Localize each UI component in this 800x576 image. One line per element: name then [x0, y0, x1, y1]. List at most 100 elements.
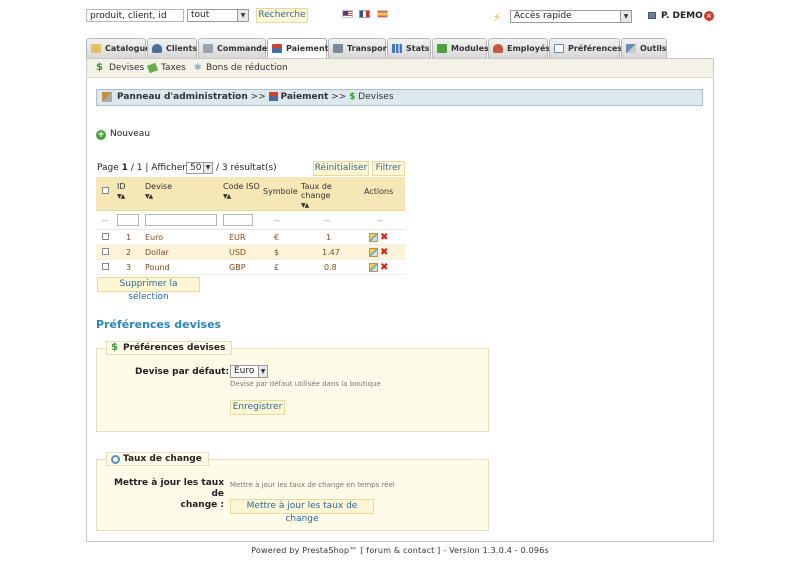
- cell-name: Euro: [144, 229, 222, 245]
- tab-preferences[interactable]: Préférences: [549, 38, 622, 58]
- tab-modules[interactable]: Modules: [432, 38, 489, 58]
- edit-icon[interactable]: [369, 247, 378, 257]
- header-devise: Devise ▼▲: [144, 177, 222, 211]
- filter-button[interactable]: Filtrer: [372, 161, 405, 176]
- cell-iso: USD: [222, 244, 262, 260]
- logout-icon[interactable]: ×: [704, 11, 714, 21]
- cart-icon: [203, 44, 213, 53]
- cell-id: 2: [116, 244, 144, 260]
- cell-iso: EUR: [222, 229, 262, 245]
- tag-icon: [146, 62, 159, 74]
- tab-label: Outils: [640, 44, 667, 53]
- breadcrumb-current: Devises: [358, 92, 394, 102]
- filter-id-input[interactable]: [117, 214, 139, 226]
- page-sep: /: [130, 163, 134, 173]
- edit-icon[interactable]: [369, 232, 378, 242]
- tab-paiement[interactable]: Paiement: [267, 38, 329, 59]
- breadcrumb-section[interactable]: Paiement: [281, 92, 329, 102]
- header-iso: Code ISO ▼▲: [222, 177, 262, 211]
- save-button[interactable]: Enregistrer: [230, 400, 285, 415]
- table-row[interactable]: 2 Dollar USD $ 1.47 ✖: [96, 244, 405, 260]
- header-select-all[interactable]: [96, 177, 116, 211]
- tab-outils[interactable]: Outils: [621, 38, 667, 58]
- filter-dash: --: [300, 210, 363, 230]
- filter-row: -- -- -- --: [96, 210, 405, 230]
- row-checkbox[interactable]: [102, 262, 109, 270]
- delete-icon[interactable]: ✖: [380, 262, 388, 273]
- tab-label: Paiement: [286, 44, 329, 53]
- cell-name: Pound: [144, 259, 222, 275]
- sort-arrows-icon[interactable]: ▼▲: [301, 202, 309, 209]
- tab-catalogue[interactable]: Catalogue: [86, 38, 151, 58]
- sort-arrows-icon[interactable]: ▼▲: [223, 193, 231, 200]
- chevron-down-icon: ▼: [237, 10, 248, 21]
- tab-label: Transport: [347, 44, 391, 53]
- breadcrumb-separator: >>: [250, 92, 266, 102]
- flag-fr-icon[interactable]: [359, 10, 370, 18]
- table-row[interactable]: 1 Euro EUR € 1 ✖: [96, 229, 405, 245]
- payment-icon: [272, 44, 282, 53]
- delete-icon[interactable]: ✖: [380, 247, 388, 258]
- dollar-icon: $: [96, 62, 103, 73]
- cell-symbol: £: [262, 259, 300, 275]
- delete-icon[interactable]: ✖: [380, 232, 388, 243]
- sort-arrows-icon[interactable]: ▼▲: [145, 193, 153, 200]
- currency-table: ID ▼▲ Devise ▼▲ Code ISO ▼▲ Symbole Taux de…: [96, 177, 405, 275]
- tab-label: Stats: [406, 44, 430, 53]
- tab-clients[interactable]: Clients: [147, 38, 197, 58]
- row-checkbox[interactable]: [102, 247, 109, 255]
- default-currency-label: Devise par défaut:: [135, 367, 230, 377]
- search-input[interactable]: produit, client, id: [86, 9, 184, 22]
- header-id: ID ▼▲: [116, 177, 144, 211]
- tab-stats[interactable]: Stats: [387, 38, 431, 58]
- table-row[interactable]: 3 Pound GBP £ 0.8 ✖: [96, 259, 405, 275]
- default-currency-select[interactable]: Euro ▼: [230, 365, 268, 378]
- puzzle-icon: [437, 44, 447, 53]
- tab-transport[interactable]: Transport: [328, 38, 390, 58]
- per-page-select[interactable]: 50 ▼: [186, 162, 213, 174]
- tab-employes[interactable]: Employés: [488, 38, 550, 58]
- window-icon: [554, 44, 564, 53]
- coupon-icon: ✱: [194, 63, 202, 73]
- delete-selection-button[interactable]: Supprimer la sélection: [97, 277, 200, 302]
- reset-button[interactable]: Réinitialiser: [313, 161, 369, 176]
- select-all-checkbox[interactable]: [102, 187, 109, 194]
- truck-icon: [333, 44, 343, 53]
- header-label: Devise: [145, 182, 173, 191]
- flag-es-icon[interactable]: [377, 10, 388, 18]
- cell-symbol: €: [262, 229, 300, 245]
- breadcrumb-separator: >>: [331, 92, 347, 102]
- subnav-bons[interactable]: Bons de réduction: [206, 63, 288, 73]
- tab-label: Clients: [166, 44, 198, 53]
- quick-access-select[interactable]: Accès rapide ▼: [510, 10, 632, 23]
- filter-dash: --: [262, 210, 300, 230]
- row-checkbox[interactable]: [102, 232, 109, 240]
- breadcrumb-root[interactable]: Panneau d'administration: [117, 92, 248, 102]
- sort-arrows-icon[interactable]: ▼▲: [117, 193, 125, 200]
- cell-id: 3: [116, 259, 144, 275]
- edit-icon[interactable]: [369, 262, 378, 272]
- page-total: 1: [136, 163, 143, 173]
- tab-commandes[interactable]: Commandes: [198, 38, 272, 58]
- filter-devise-input[interactable]: [145, 214, 217, 226]
- chevron-down-icon: ▼: [258, 366, 267, 377]
- subnav-devises[interactable]: Devises: [109, 63, 144, 73]
- header-taux: Taux de change ▼▲: [300, 177, 363, 211]
- page-label: Page: [97, 163, 119, 173]
- search-type-select[interactable]: tout ▼: [187, 9, 249, 22]
- user-name: P. DEMO: [661, 11, 703, 21]
- update-rates-button[interactable]: Mettre à jour les taux de change: [230, 499, 374, 524]
- new-currency-link[interactable]: Nouveau: [110, 129, 150, 139]
- results-count: / 3 résultat(s): [216, 163, 277, 173]
- tab-label: Catalogue: [105, 44, 151, 53]
- lightning-icon: ⚡: [493, 11, 501, 24]
- add-icon[interactable]: +: [96, 130, 106, 140]
- filter-iso-input[interactable]: [223, 214, 253, 226]
- update-rates-label-line2: change :: [180, 500, 224, 510]
- search-button[interactable]: Recherche: [256, 8, 308, 23]
- cell-rate: 1.47: [300, 244, 363, 260]
- currency-preferences-legend: $ Préférences devises: [106, 341, 233, 355]
- subnav-taxes[interactable]: Taxes: [161, 63, 186, 73]
- flag-en-icon[interactable]: [342, 10, 353, 18]
- exchange-rates-legend: Taux de change: [106, 452, 209, 466]
